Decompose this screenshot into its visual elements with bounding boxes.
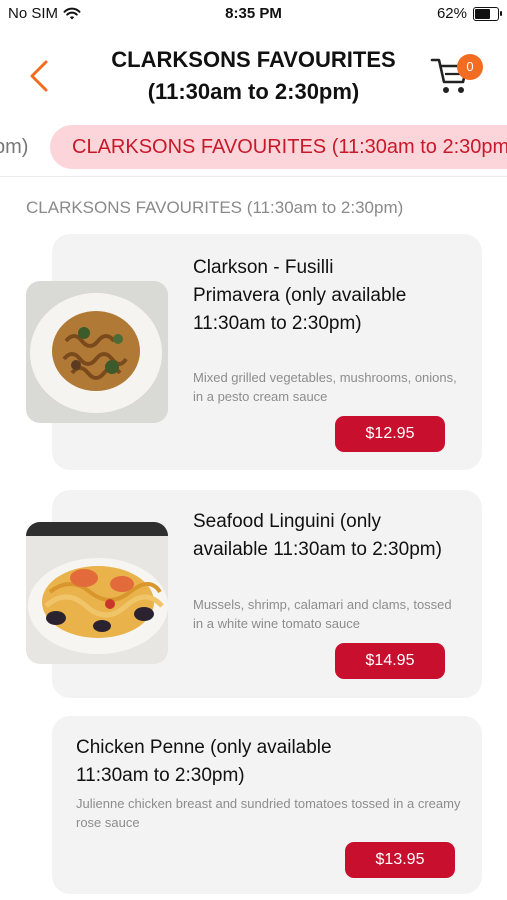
category-tabs: pm) CLARKSONS FAVOURITES (11:30am to 2:3… (0, 118, 507, 177)
category-chip-active[interactable]: CLARKSONS FAVOURITES (11:30am to 2:30pm) (50, 125, 507, 169)
item-description: Mixed grilled vegetables, mushrooms, oni… (193, 370, 457, 404)
price-button[interactable]: $12.95 (335, 416, 445, 452)
battery-percent: 62% (436, 5, 467, 22)
item-description: Mussels, shrimp, calamari and clams, tos… (193, 597, 452, 631)
page-title-line1: CLARKSONS FAVOURITES (111, 47, 396, 72)
cart-count-badge[interactable]: 0 (457, 54, 483, 80)
food-image-seafood-linguini (26, 522, 168, 664)
item-name: Chicken Penne (only available 11:30am to… (76, 737, 332, 786)
status-bar: No SIM 8:35 PM 62% (0, 0, 507, 28)
category-chip-previous[interactable]: pm) (0, 128, 28, 166)
section-title: CLARKSONS FAVOURITES (11:30am to 2:30pm) (26, 198, 404, 217)
item-description: Julienne chicken breast and sundried tom… (76, 796, 461, 830)
back-chevron-icon[interactable] (24, 56, 54, 96)
page-title-line2: (11:30am to 2:30pm) (147, 79, 360, 104)
status-right: 62% (436, 5, 502, 22)
item-name: Seafood Linguini (only available 11:30am… (193, 511, 442, 560)
header: CLARKSONS FAVOURITES (11:30am to 2:30pm) (0, 42, 507, 112)
battery-icon (473, 6, 502, 21)
food-image-fusilli (26, 281, 168, 423)
clock: 8:35 PM (225, 5, 282, 22)
page-title: CLARKSONS FAVOURITES (11:30am to 2:30pm) (90, 44, 417, 108)
price-button[interactable]: $14.95 (335, 643, 445, 679)
price-button[interactable]: $13.95 (345, 842, 455, 878)
item-name: Clarkson - Fusilli Primavera (only avail… (193, 257, 407, 334)
